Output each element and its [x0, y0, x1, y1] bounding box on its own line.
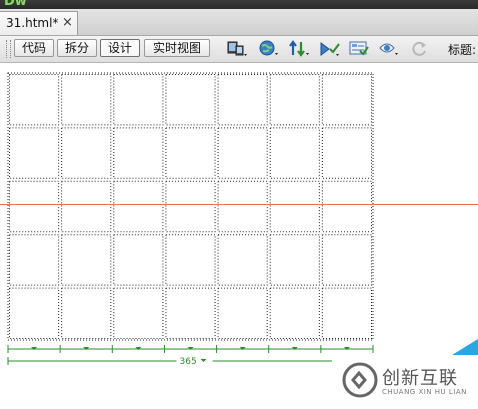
table-cell[interactable] [9, 127, 60, 179]
table-width-label[interactable]: 365 [180, 357, 197, 367]
table-cell[interactable] [165, 74, 216, 126]
watermark: 创新互联 CHUANG XIN HU LIAN [332, 356, 478, 409]
table-cell[interactable] [269, 287, 320, 340]
table-cell[interactable] [217, 180, 268, 233]
table-cell[interactable] [165, 127, 216, 179]
table-cell[interactable] [321, 287, 373, 340]
table-cell[interactable] [61, 180, 112, 233]
table-cell[interactable] [9, 287, 60, 340]
guide-line[interactable] [0, 204, 478, 205]
table-cell[interactable] [113, 180, 164, 233]
table-cell[interactable] [165, 287, 216, 340]
table-cell[interactable] [61, 127, 112, 179]
table-cell[interactable] [9, 74, 60, 126]
table-cell[interactable] [165, 180, 216, 233]
brand-name-cn: 创新互联 [382, 368, 458, 389]
brand-name-en: CHUANG XIN HU LIAN [382, 388, 467, 396]
table-cell[interactable] [61, 287, 112, 340]
table-cell[interactable] [217, 287, 268, 340]
table-cell[interactable] [217, 234, 268, 286]
corner-accent [452, 339, 478, 355]
table-cell[interactable] [217, 127, 268, 179]
table-cell[interactable] [61, 74, 112, 126]
table-cell[interactable] [321, 180, 373, 233]
table-cell[interactable] [113, 127, 164, 179]
table-cell[interactable] [269, 127, 320, 179]
table-cell[interactable] [165, 234, 216, 286]
table-cell[interactable] [9, 180, 60, 233]
table-cell[interactable] [321, 234, 373, 286]
table-cell[interactable] [321, 127, 373, 179]
table-border [7, 72, 374, 341]
table-cell[interactable] [113, 74, 164, 126]
table-cell[interactable] [113, 234, 164, 286]
table-cell[interactable] [61, 234, 112, 286]
table-cell[interactable] [321, 74, 373, 126]
brand-logo-icon [342, 362, 378, 398]
table-cell[interactable] [217, 74, 268, 126]
table-cell[interactable] [269, 180, 320, 233]
table-cell[interactable] [113, 287, 164, 340]
table-cell[interactable] [269, 74, 320, 126]
table-cell[interactable] [269, 234, 320, 286]
table-cell[interactable] [9, 234, 60, 286]
